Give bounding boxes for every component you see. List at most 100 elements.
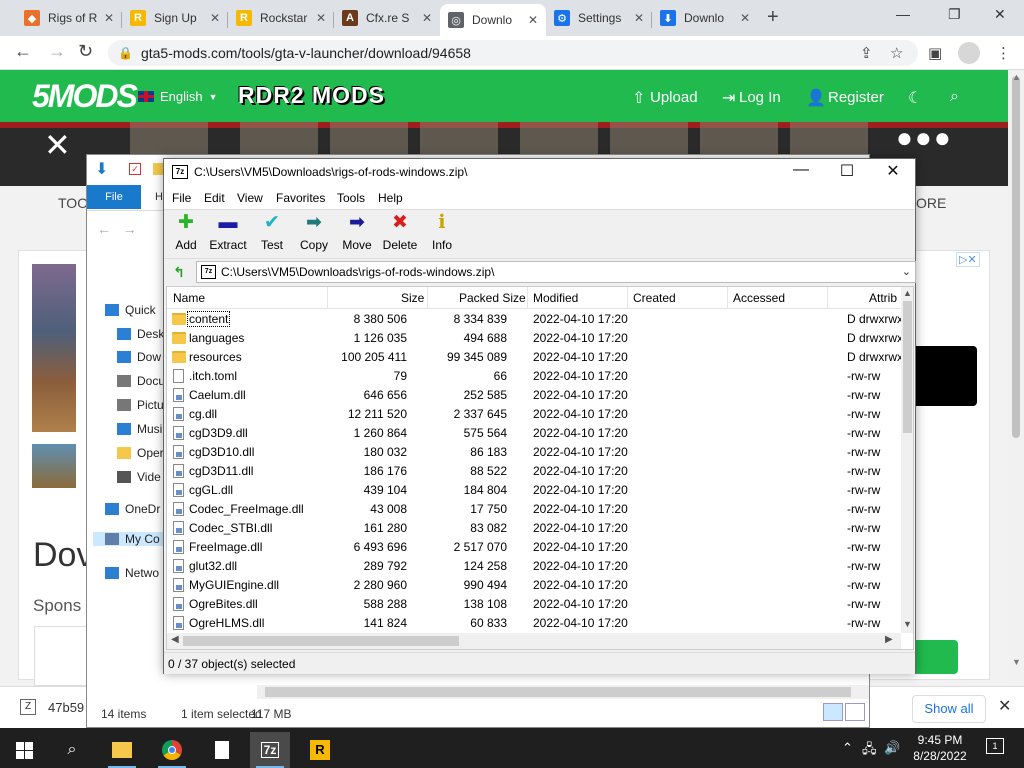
sidebar-item-pictures[interactable]: Pictu	[117, 398, 164, 412]
address-bar[interactable]: 🔒 gta5-mods.com/tools/gta-v-launcher/dow…	[108, 40, 918, 66]
show-all-button[interactable]: Show all	[912, 695, 986, 723]
file-row[interactable]: cgGL.dll 439 104 184 804 2022-04-10 17:20 -r…	[167, 481, 901, 500]
taskbar-search[interactable]: ⌕	[52, 732, 92, 768]
file-row[interactable]: MyGUIEngine.dll 2 280 960 990 494 2022-04-1…	[167, 576, 901, 595]
download-item[interactable]: Z 47b59	[20, 699, 84, 715]
file-row[interactable]: Codec_STBI.dll 161 280 83 082 2022-04-10 17…	[167, 519, 901, 538]
column-divider[interactable]	[527, 287, 528, 309]
file-row[interactable]: cgD3D10.dll 180 032 86 183 2022-04-10 17:20…	[167, 443, 901, 462]
forward-arrow-icon[interactable]: →	[48, 41, 66, 62]
menu-edit[interactable]: Edit	[204, 191, 225, 205]
tab-close-icon[interactable]: ✕	[210, 11, 220, 25]
register-link[interactable]: Register	[828, 89, 884, 106]
minimize-icon[interactable]: —	[896, 6, 910, 22]
file-row[interactable]: cg.dll 12 211 520 2 337 645 2022-04-10 17:2…	[167, 405, 901, 424]
large-icons-view-icon[interactable]	[845, 703, 865, 721]
file-row[interactable]: FreeImage.dll 6 493 696 2 517 070 2022-04-1…	[167, 538, 901, 557]
sidebar-item-open[interactable]: Oper	[117, 446, 164, 460]
file-row[interactable]: cgD3D9.dll 1 260 864 575 564 2022-04-10 17:…	[167, 424, 901, 443]
column-divider[interactable]	[627, 287, 628, 309]
tools-tab[interactable]: TOO	[58, 195, 88, 211]
more-tab[interactable]: ORE	[916, 195, 946, 211]
column-name[interactable]: Name	[173, 291, 205, 305]
side-panel-icon[interactable]: ▣	[928, 44, 942, 62]
column-accessed[interactable]: Accessed	[733, 291, 785, 305]
file-row[interactable]: OgreBites.dll 588 288 138 108 2022-04-10 17…	[167, 595, 901, 614]
scroll-up-arrow-icon[interactable]: ▲	[903, 288, 912, 298]
sidebar-item-quick-access[interactable]: Quick	[105, 303, 156, 317]
column-attributes[interactable]: Attrib	[869, 291, 897, 305]
file-row[interactable]: glut32.dll 289 792 124 258 2022-04-10 17:20…	[167, 557, 901, 576]
browser-tab-cfx[interactable]: A Cfx.re S ✕	[334, 4, 440, 32]
column-divider[interactable]	[727, 287, 728, 309]
file-row[interactable]: .itch.toml 79 66 2022-04-10 17:20 -rw-rw	[167, 367, 901, 386]
tab-close-icon[interactable]: ✕	[104, 11, 114, 25]
scroll-right-arrow-icon[interactable]: ▶	[885, 634, 893, 645]
taskbar-clock[interactable]: 9:45 PM 8/28/2022	[904, 732, 976, 764]
column-divider[interactable]	[427, 287, 428, 309]
start-button[interactable]	[4, 732, 44, 768]
explorer-nav-arrows-icon[interactable]: ← →	[97, 221, 137, 237]
tools-wrench-icon[interactable]: ✕	[44, 126, 71, 164]
browser-tab-downloads[interactable]: ⬇ Downlo ✕	[652, 4, 758, 32]
file-row[interactable]: Codec_FreeImage.dll 43 008 17 750 2022-04-1…	[167, 500, 901, 519]
scroll-up-arrow-icon[interactable]: ▲	[1012, 72, 1021, 82]
restore-icon[interactable]: ❐	[948, 6, 961, 23]
notification-center-icon[interactable]: 1	[986, 738, 1004, 754]
file-row[interactable]: languages 1 126 035 494 688 2022-04-10 17:2…	[167, 329, 903, 348]
taskbar-rockstar[interactable]: R	[300, 732, 340, 768]
taskbar-file-explorer[interactable]	[102, 732, 142, 768]
browser-tab-sign-up[interactable]: R Sign Up ✕	[122, 4, 228, 32]
menu-file[interactable]: File	[172, 191, 191, 205]
taskbar-chrome[interactable]	[152, 732, 192, 768]
share-icon[interactable]: ⇪	[860, 44, 873, 62]
more-dots-icon[interactable]: ●●●	[896, 122, 953, 154]
explorer-home-tab[interactable]: H	[155, 191, 163, 203]
add-button[interactable]: ✚ Add	[174, 212, 198, 258]
taskbar-notepad[interactable]	[202, 732, 242, 768]
copy-button[interactable]: ➡ Copy	[298, 212, 330, 258]
7zip-path-combo[interactable]: 7z C:\Users\VM5\Downloads\rigs-of-rods-w…	[196, 261, 916, 283]
page-scrollbar-thumb[interactable]	[1012, 76, 1020, 438]
lock-icon[interactable]: 🔒	[118, 46, 133, 60]
sidebar-item-desktop[interactable]: Desk	[117, 327, 164, 341]
file-list-vertical-scrollbar[interactable]: ▲ ▼	[901, 287, 913, 633]
browser-tab-settings[interactable]: ⚙ Settings ✕	[546, 4, 652, 32]
move-button[interactable]: ➡ Move	[341, 212, 373, 258]
close-icon[interactable]: ✕	[870, 161, 916, 181]
column-divider[interactable]	[327, 287, 328, 309]
column-modified[interactable]: Modified	[533, 291, 578, 305]
new-tab-plus-icon[interactable]: +	[767, 6, 779, 29]
extract-button[interactable]: ▬ Extract	[208, 212, 248, 258]
tab-close-icon[interactable]: ✕	[528, 13, 538, 27]
site-logo[interactable]: 5MODS	[32, 78, 138, 115]
back-arrow-icon[interactable]: ←	[14, 41, 32, 62]
volume-icon[interactable]: 🔊	[884, 740, 900, 756]
sidebar-item-music[interactable]: Musi	[117, 422, 162, 436]
tab-close-icon[interactable]: ✕	[740, 11, 750, 25]
explorer-file-tab[interactable]: File	[87, 185, 141, 209]
file-row[interactable]: content 8 380 506 8 334 839 2022-04-10 17:2…	[167, 310, 903, 329]
browser-tab-rockstar[interactable]: R Rockstar ✕	[228, 4, 334, 32]
language-selector[interactable]: English ▼	[138, 89, 218, 104]
explorer-checkbox-icon[interactable]: ✓	[129, 163, 141, 175]
network-tray-icon[interactable]: 🖧	[862, 740, 877, 762]
sidebar-item-network[interactable]: Netwo	[105, 566, 159, 580]
file-row[interactable]: OgreHLMS.dll 141 824 60 833 2022-04-10 17:2…	[167, 614, 901, 633]
close-shelf-icon[interactable]: ✕	[998, 696, 1011, 716]
test-button[interactable]: ✔ Test	[258, 212, 286, 258]
column-divider[interactable]	[827, 287, 828, 309]
hscroll-thumb[interactable]	[183, 636, 459, 646]
file-row[interactable]: cgD3D11.dll 186 176 88 522 2022-04-10 17:20…	[167, 462, 901, 481]
scroll-down-arrow-icon[interactable]: ▼	[903, 619, 912, 629]
dark-mode-moon-icon[interactable]: ☾	[908, 88, 922, 108]
upload-link[interactable]: Upload	[650, 89, 698, 106]
profile-avatar[interactable]	[958, 42, 980, 64]
delete-button[interactable]: ✖ Delete	[382, 212, 418, 258]
ad-choices-icon[interactable]: ▷✕	[956, 252, 980, 267]
scroll-left-arrow-icon[interactable]: ◀	[171, 634, 179, 645]
mod-small-thumbnail[interactable]	[32, 444, 76, 488]
scroll-down-arrow-icon[interactable]: ▼	[1012, 657, 1021, 667]
info-button[interactable]: ℹ Info	[430, 212, 454, 258]
menu-view[interactable]: View	[237, 191, 263, 205]
